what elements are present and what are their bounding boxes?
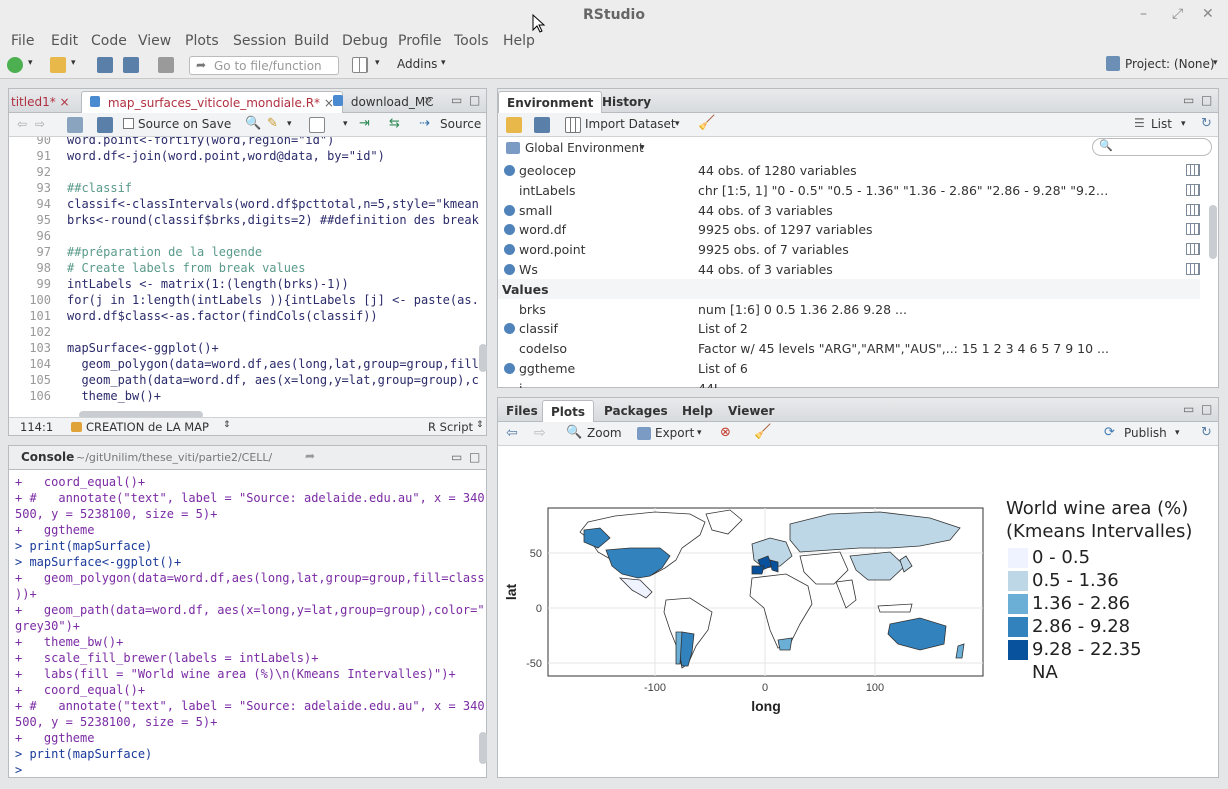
y-tick-minus50: -50 (526, 658, 542, 670)
y-tick-50: 50 (530, 548, 542, 560)
legend-label: 0 - 0.5 (1032, 547, 1091, 568)
legend-swatch (1008, 640, 1028, 660)
legend-title-line2: (Kmeans Intervalles) (1006, 521, 1193, 542)
legend-label: 0.5 - 1.36 (1032, 570, 1119, 591)
legend-swatch (1008, 571, 1028, 591)
x-tick-100: 100 (866, 682, 884, 694)
legend-swatch (1008, 548, 1028, 568)
legend-swatch (1008, 594, 1028, 614)
legend-label: 2.86 - 9.28 (1032, 616, 1131, 637)
legend-label: 9.28 - 22.35 (1032, 639, 1142, 660)
y-axis-label: lat (503, 583, 519, 600)
x-tick-minus100: -100 (644, 682, 666, 694)
x-tick-0: 0 (762, 682, 768, 694)
y-tick-0: 0 (536, 603, 542, 615)
legend-title-line1: World wine area (%) (1006, 498, 1189, 519)
country-south-africa (777, 637, 793, 651)
legend-label: NA (1032, 662, 1058, 683)
legend-swatch (1008, 617, 1028, 637)
x-axis-label: long (751, 698, 781, 714)
country-spain (751, 565, 765, 575)
legend-label: 1.36 - 2.86 (1032, 593, 1131, 614)
mouse-cursor-icon (532, 14, 546, 33)
